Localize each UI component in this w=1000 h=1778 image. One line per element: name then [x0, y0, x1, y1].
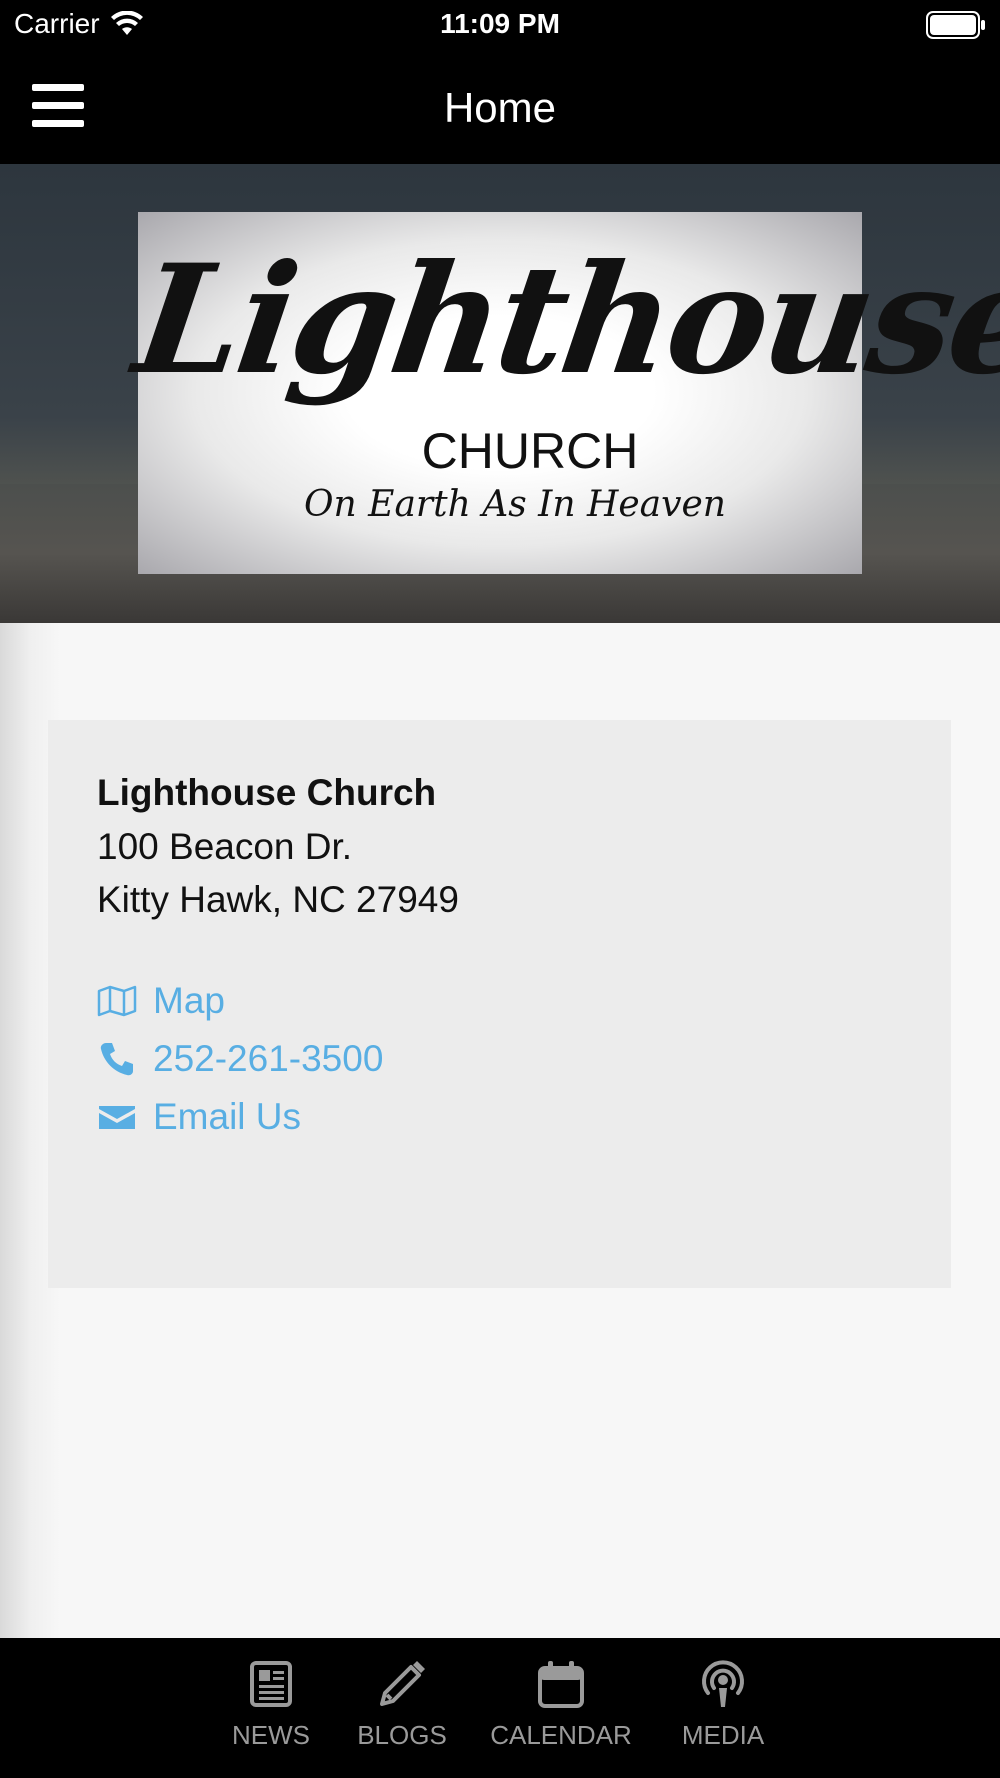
- bottom-tab-bar: NEWS BLOGS CALENDAR MEDIA: [0, 1638, 1000, 1778]
- envelope-icon: [97, 1099, 137, 1135]
- logo-script-text: Lighthouse: [125, 232, 1000, 408]
- tab-media[interactable]: MEDIA: [676, 1658, 770, 1751]
- map-label: Map: [153, 980, 225, 1021]
- phone-icon: [97, 1041, 137, 1077]
- podcast-icon: [676, 1658, 770, 1710]
- phone-label: 252-261-3500: [153, 1038, 384, 1079]
- church-name: Lighthouse Church: [97, 772, 437, 813]
- tab-blogs-label: BLOGS: [357, 1720, 447, 1750]
- newspaper-icon: [228, 1658, 314, 1710]
- calendar-icon: [488, 1658, 634, 1710]
- email-link[interactable]: Email Us: [97, 1096, 301, 1138]
- tab-calendar[interactable]: CALENDAR: [488, 1658, 634, 1751]
- phone-link[interactable]: 252-261-3500: [97, 1038, 383, 1080]
- email-label: Email Us: [153, 1096, 302, 1137]
- tab-news[interactable]: NEWS: [228, 1658, 314, 1751]
- contact-card: Lighthouse Church 100 Beacon Dr. Kitty H…: [48, 720, 951, 1288]
- tab-calendar-label: CALENDAR: [490, 1720, 632, 1750]
- tab-news-label: NEWS: [232, 1720, 310, 1750]
- map-link[interactable]: Map: [97, 980, 225, 1022]
- pencil-icon: [354, 1658, 450, 1710]
- tab-blogs[interactable]: BLOGS: [354, 1658, 450, 1751]
- page-title: Home: [443, 84, 557, 131]
- battery-icon: [926, 11, 985, 39]
- address-line-1: 100 Beacon Dr.: [97, 826, 353, 867]
- clock: 11:09 PM: [440, 8, 560, 39]
- address-line-2: Kitty Hawk, NC 27949: [97, 879, 459, 920]
- logo-church-text: CHURCH: [421, 423, 639, 479]
- church-logo: Lighthouse CHURCH On Earth As In Heaven: [126, 212, 1000, 574]
- logo-tagline: On Earth As In Heaven: [304, 484, 726, 525]
- hero-banner: Lighthouse CHURCH On Earth As In Heaven: [0, 164, 1000, 623]
- navigation-bar: Home: [0, 50, 1000, 164]
- tab-media-label: MEDIA: [681, 1720, 765, 1750]
- map-icon: [97, 983, 137, 1019]
- status-bar: Carrier 11:09 PM: [0, 0, 1000, 50]
